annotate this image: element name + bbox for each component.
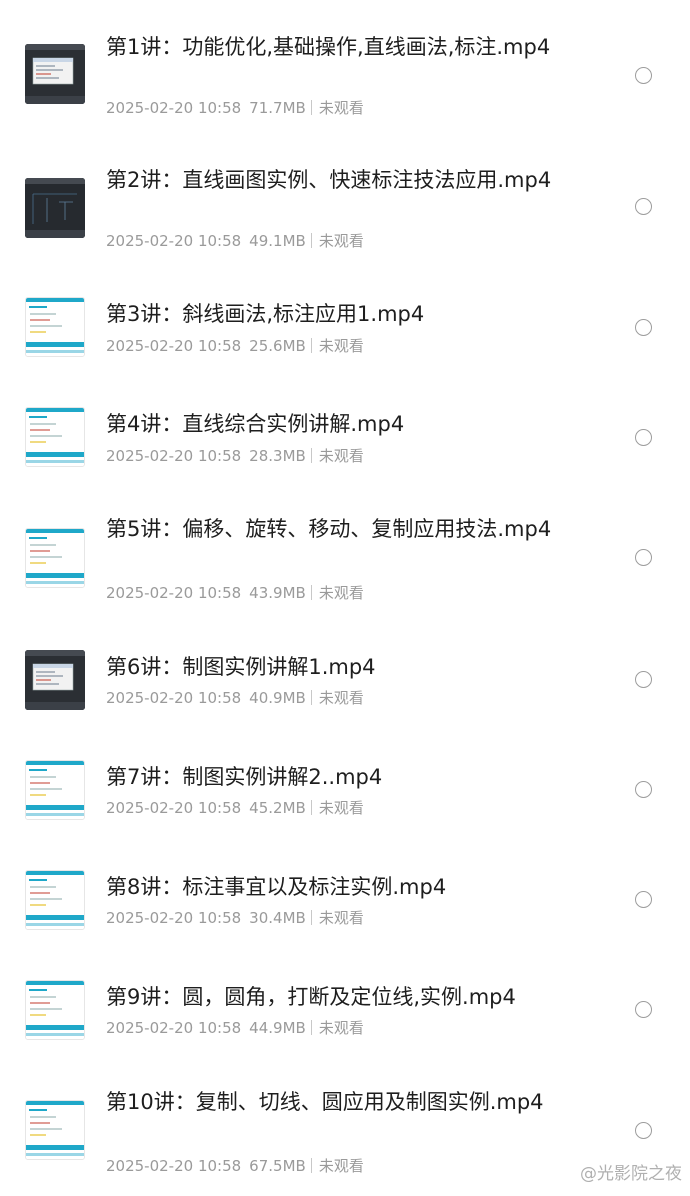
video-thumbnail (25, 650, 85, 710)
file-meta: 2025-02-20 10:58 25.6MB 未观看 (106, 336, 364, 356)
select-radio[interactable] (635, 671, 652, 688)
file-name: 第1讲：功能优化,基础操作,直线画法,标注.mp4 (106, 35, 551, 59)
file-size: 71.7MB (249, 99, 306, 117)
file-meta: 2025-02-20 10:58 43.9MB 未观看 (106, 583, 364, 603)
meta-divider (310, 800, 312, 815)
file-date: 2025-02-20 10:58 (106, 447, 242, 465)
meta-divider (310, 1158, 312, 1173)
watch-status: 未观看 (318, 584, 364, 602)
file-meta: 2025-02-20 10:58 30.4MB 未观看 (106, 908, 364, 928)
file-size: 49.1MB (249, 232, 306, 250)
video-thumbnail (25, 760, 85, 820)
file-size: 40.9MB (249, 689, 306, 707)
select-radio[interactable] (635, 549, 652, 566)
select-radio[interactable] (635, 1122, 652, 1139)
file-name: 第9讲：圆，圆角，打断及定位线,实例.mp4 (106, 985, 516, 1009)
watch-status: 未观看 (318, 909, 364, 927)
file-name: 第6讲：制图实例讲解1.mp4 (106, 655, 376, 679)
select-radio[interactable] (635, 67, 652, 84)
file-meta: 2025-02-20 10:58 28.3MB 未观看 (106, 446, 364, 466)
file-size: 67.5MB (249, 1157, 306, 1175)
select-radio[interactable] (635, 319, 652, 336)
meta-divider (310, 690, 312, 705)
file-date: 2025-02-20 10:58 (106, 232, 242, 250)
file-meta: 2025-02-20 10:58 44.9MB 未观看 (106, 1018, 364, 1038)
file-name: 第10讲：复制、切线、圆应用及制图实例.mp4 (106, 1090, 544, 1114)
meta-divider (310, 100, 312, 115)
file-date: 2025-02-20 10:58 (106, 799, 242, 817)
watch-status: 未观看 (318, 447, 364, 465)
watch-status: 未观看 (318, 799, 364, 817)
file-size: 25.6MB (249, 337, 306, 355)
file-date: 2025-02-20 10:58 (106, 689, 242, 707)
file-size: 30.4MB (249, 909, 306, 927)
file-size: 43.9MB (249, 584, 306, 602)
file-size: 28.3MB (249, 447, 306, 465)
video-thumbnail (25, 44, 85, 104)
file-name: 第4讲：直线综合实例讲解.mp4 (106, 412, 405, 436)
meta-divider (310, 448, 312, 463)
file-date: 2025-02-20 10:58 (106, 1157, 242, 1175)
video-thumbnail (25, 980, 85, 1040)
file-date: 2025-02-20 10:58 (106, 584, 242, 602)
select-radio[interactable] (635, 198, 652, 215)
meta-divider (310, 1020, 312, 1035)
select-radio[interactable] (635, 781, 652, 798)
file-date: 2025-02-20 10:58 (106, 1019, 242, 1037)
file-size: 44.9MB (249, 1019, 306, 1037)
meta-divider (310, 585, 312, 600)
video-thumbnail (25, 528, 85, 588)
watch-status: 未观看 (318, 337, 364, 355)
file-meta: 2025-02-20 10:58 45.2MB 未观看 (106, 798, 364, 818)
file-meta: 2025-02-20 10:58 49.1MB 未观看 (106, 231, 364, 251)
file-meta: 2025-02-20 10:58 71.7MB 未观看 (106, 98, 364, 118)
file-size: 45.2MB (249, 799, 306, 817)
file-name: 第8讲：标注事宜以及标注实例.mp4 (106, 875, 447, 899)
select-radio[interactable] (635, 891, 652, 908)
file-name: 第7讲：制图实例讲解2..mp4 (106, 765, 383, 789)
file-date: 2025-02-20 10:58 (106, 337, 242, 355)
video-thumbnail (25, 1100, 85, 1160)
video-thumbnail (25, 178, 85, 238)
file-name: 第2讲：直线画图实例、快速标注技法应用.mp4 (106, 168, 552, 192)
select-radio[interactable] (635, 1001, 652, 1018)
file-date: 2025-02-20 10:58 (106, 99, 242, 117)
meta-divider (310, 910, 312, 925)
file-meta: 2025-02-20 10:58 40.9MB 未观看 (106, 688, 364, 708)
meta-divider (310, 338, 312, 353)
file-date: 2025-02-20 10:58 (106, 909, 242, 927)
video-thumbnail (25, 870, 85, 930)
meta-divider (310, 233, 312, 248)
file-name: 第5讲：偏移、旋转、移动、复制应用技法.mp4 (106, 517, 552, 541)
watch-status: 未观看 (318, 232, 364, 250)
watermark: @光影院之夜 (580, 1164, 682, 1184)
video-thumbnail (25, 407, 85, 467)
watch-status: 未观看 (318, 1019, 364, 1037)
video-thumbnail (25, 297, 85, 357)
file-meta: 2025-02-20 10:58 67.5MB 未观看 (106, 1156, 364, 1176)
select-radio[interactable] (635, 429, 652, 446)
watch-status: 未观看 (318, 689, 364, 707)
watch-status: 未观看 (318, 1157, 364, 1175)
file-name: 第3讲：斜线画法,标注应用1.mp4 (106, 302, 425, 326)
watch-status: 未观看 (318, 99, 364, 117)
